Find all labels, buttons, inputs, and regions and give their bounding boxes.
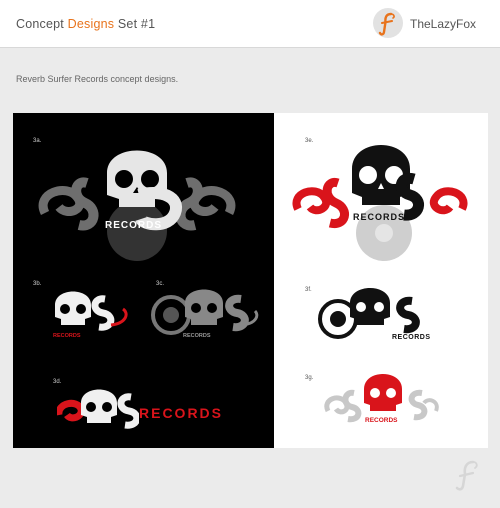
dark-designs-board: 3a. RECORDS 3b. RECORDS 3c. RECORDS 3d. [13,113,274,448]
title-accent: Designs [67,17,115,31]
title-prefix: Concept [16,17,68,31]
design-label-3f: 3f. [305,287,312,293]
design-label-3b: 3b. [33,281,42,287]
design-3e-wordmark: RECORDS [353,212,406,222]
design-3b-wordmark: RECORDS [53,333,81,339]
brand-name: TheLazyFox [410,17,477,31]
design-3a-wordmark: RECORDS [105,220,163,231]
page-header: Concept Designs Set #1 TheLazyFox [0,0,500,48]
design-3c-wordmark: RECORDS [183,333,211,339]
light-designs-board: 3e. RECORDS 3f. RECORDS 3g. RECORDS [274,113,488,448]
page-description: Reverb Surfer Records concept designs. [16,74,179,84]
design-3f-wordmark: RECORDS [392,334,431,341]
design-label-3g: 3g. [305,375,314,381]
title-suffix: Set #1 [114,17,156,31]
design-3b-logo [55,291,128,331]
design-3c-logo [151,289,259,335]
design-3g-wordmark: RECORDS [365,417,398,424]
page-title: Concept Designs Set #1 [16,17,155,31]
fox-logo-icon [373,8,403,38]
design-3d-wordmark: RECORDS [139,405,224,421]
design-3a-logo [38,150,236,261]
design-3d-logo [57,389,139,429]
design-3e-logo [292,145,468,261]
fox-watermark-icon [455,460,478,491]
